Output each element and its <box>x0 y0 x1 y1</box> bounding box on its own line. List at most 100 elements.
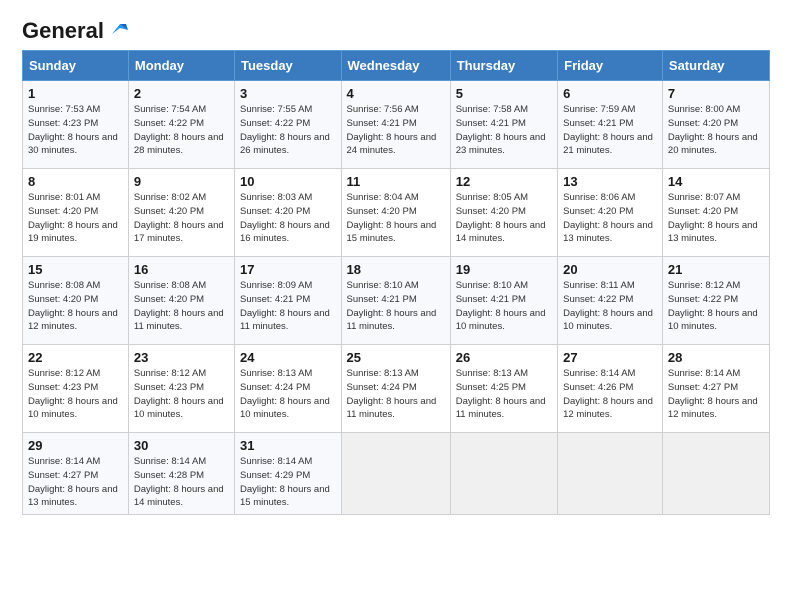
day-number: 4 <box>347 86 445 101</box>
day-number: 23 <box>134 350 229 365</box>
calendar-cell: 29 Sunrise: 8:14 AM Sunset: 4:27 PM Dayl… <box>23 433 129 515</box>
day-info: Sunrise: 8:09 AM Sunset: 4:21 PM Dayligh… <box>240 279 336 334</box>
logo: General <box>22 18 128 40</box>
day-number: 25 <box>347 350 445 365</box>
day-number: 24 <box>240 350 336 365</box>
day-number: 18 <box>347 262 445 277</box>
day-info: Sunrise: 8:13 AM Sunset: 4:25 PM Dayligh… <box>456 367 552 422</box>
day-info: Sunrise: 8:00 AM Sunset: 4:20 PM Dayligh… <box>668 103 764 158</box>
calendar-cell: 4 Sunrise: 7:56 AM Sunset: 4:21 PM Dayli… <box>341 81 450 169</box>
day-info: Sunrise: 8:14 AM Sunset: 4:27 PM Dayligh… <box>668 367 764 422</box>
calendar-cell: 17 Sunrise: 8:09 AM Sunset: 4:21 PM Dayl… <box>235 257 342 345</box>
calendar-cell: 8 Sunrise: 8:01 AM Sunset: 4:20 PM Dayli… <box>23 169 129 257</box>
calendar-cell: 7 Sunrise: 8:00 AM Sunset: 4:20 PM Dayli… <box>662 81 769 169</box>
day-number: 9 <box>134 174 229 189</box>
weekday-header: Tuesday <box>235 51 342 81</box>
calendar-cell: 5 Sunrise: 7:58 AM Sunset: 4:21 PM Dayli… <box>450 81 557 169</box>
day-number: 3 <box>240 86 336 101</box>
logo-bird-icon <box>106 20 128 38</box>
day-number: 13 <box>563 174 657 189</box>
day-number: 20 <box>563 262 657 277</box>
logo-general: General <box>22 18 104 44</box>
calendar-cell: 15 Sunrise: 8:08 AM Sunset: 4:20 PM Dayl… <box>23 257 129 345</box>
day-info: Sunrise: 8:08 AM Sunset: 4:20 PM Dayligh… <box>134 279 229 334</box>
day-number: 31 <box>240 438 336 453</box>
day-info: Sunrise: 8:10 AM Sunset: 4:21 PM Dayligh… <box>456 279 552 334</box>
day-info: Sunrise: 7:54 AM Sunset: 4:22 PM Dayligh… <box>134 103 229 158</box>
day-number: 6 <box>563 86 657 101</box>
day-info: Sunrise: 8:07 AM Sunset: 4:20 PM Dayligh… <box>668 191 764 246</box>
day-number: 16 <box>134 262 229 277</box>
day-info: Sunrise: 7:58 AM Sunset: 4:21 PM Dayligh… <box>456 103 552 158</box>
day-info: Sunrise: 8:13 AM Sunset: 4:24 PM Dayligh… <box>347 367 445 422</box>
calendar-cell: 20 Sunrise: 8:11 AM Sunset: 4:22 PM Dayl… <box>558 257 663 345</box>
calendar-cell: 12 Sunrise: 8:05 AM Sunset: 4:20 PM Dayl… <box>450 169 557 257</box>
weekday-row: SundayMondayTuesdayWednesdayThursdayFrid… <box>23 51 770 81</box>
calendar-cell: 23 Sunrise: 8:12 AM Sunset: 4:23 PM Dayl… <box>128 345 234 433</box>
calendar-week-row: 29 Sunrise: 8:14 AM Sunset: 4:27 PM Dayl… <box>23 433 770 515</box>
day-info: Sunrise: 8:13 AM Sunset: 4:24 PM Dayligh… <box>240 367 336 422</box>
day-info: Sunrise: 7:53 AM Sunset: 4:23 PM Dayligh… <box>28 103 123 158</box>
calendar-header: SundayMondayTuesdayWednesdayThursdayFrid… <box>23 51 770 81</box>
weekday-header: Thursday <box>450 51 557 81</box>
day-info: Sunrise: 8:14 AM Sunset: 4:29 PM Dayligh… <box>240 455 336 510</box>
calendar-cell: 10 Sunrise: 8:03 AM Sunset: 4:20 PM Dayl… <box>235 169 342 257</box>
day-number: 22 <box>28 350 123 365</box>
day-number: 30 <box>134 438 229 453</box>
calendar: SundayMondayTuesdayWednesdayThursdayFrid… <box>22 50 770 515</box>
weekday-header: Saturday <box>662 51 769 81</box>
day-number: 27 <box>563 350 657 365</box>
day-info: Sunrise: 8:12 AM Sunset: 4:22 PM Dayligh… <box>668 279 764 334</box>
calendar-cell: 28 Sunrise: 8:14 AM Sunset: 4:27 PM Dayl… <box>662 345 769 433</box>
day-number: 29 <box>28 438 123 453</box>
weekday-header: Friday <box>558 51 663 81</box>
calendar-cell <box>450 433 557 515</box>
day-number: 1 <box>28 86 123 101</box>
day-number: 10 <box>240 174 336 189</box>
calendar-cell: 31 Sunrise: 8:14 AM Sunset: 4:29 PM Dayl… <box>235 433 342 515</box>
calendar-cell: 26 Sunrise: 8:13 AM Sunset: 4:25 PM Dayl… <box>450 345 557 433</box>
weekday-header: Monday <box>128 51 234 81</box>
calendar-cell <box>662 433 769 515</box>
weekday-header: Sunday <box>23 51 129 81</box>
calendar-week-row: 22 Sunrise: 8:12 AM Sunset: 4:23 PM Dayl… <box>23 345 770 433</box>
weekday-header: Wednesday <box>341 51 450 81</box>
calendar-cell: 13 Sunrise: 8:06 AM Sunset: 4:20 PM Dayl… <box>558 169 663 257</box>
calendar-cell: 21 Sunrise: 8:12 AM Sunset: 4:22 PM Dayl… <box>662 257 769 345</box>
day-info: Sunrise: 8:14 AM Sunset: 4:28 PM Dayligh… <box>134 455 229 510</box>
day-info: Sunrise: 8:12 AM Sunset: 4:23 PM Dayligh… <box>134 367 229 422</box>
calendar-cell: 1 Sunrise: 7:53 AM Sunset: 4:23 PM Dayli… <box>23 81 129 169</box>
page: General SundayMondayTuesdayWednesdayThur… <box>0 0 792 612</box>
day-number: 12 <box>456 174 552 189</box>
day-info: Sunrise: 8:14 AM Sunset: 4:27 PM Dayligh… <box>28 455 123 510</box>
day-number: 11 <box>347 174 445 189</box>
calendar-cell: 27 Sunrise: 8:14 AM Sunset: 4:26 PM Dayl… <box>558 345 663 433</box>
calendar-body: 1 Sunrise: 7:53 AM Sunset: 4:23 PM Dayli… <box>23 81 770 515</box>
day-number: 17 <box>240 262 336 277</box>
day-info: Sunrise: 7:55 AM Sunset: 4:22 PM Dayligh… <box>240 103 336 158</box>
day-info: Sunrise: 8:04 AM Sunset: 4:20 PM Dayligh… <box>347 191 445 246</box>
calendar-cell: 22 Sunrise: 8:12 AM Sunset: 4:23 PM Dayl… <box>23 345 129 433</box>
day-info: Sunrise: 7:59 AM Sunset: 4:21 PM Dayligh… <box>563 103 657 158</box>
day-number: 8 <box>28 174 123 189</box>
day-number: 19 <box>456 262 552 277</box>
day-info: Sunrise: 8:08 AM Sunset: 4:20 PM Dayligh… <box>28 279 123 334</box>
calendar-cell: 18 Sunrise: 8:10 AM Sunset: 4:21 PM Dayl… <box>341 257 450 345</box>
day-info: Sunrise: 8:01 AM Sunset: 4:20 PM Dayligh… <box>28 191 123 246</box>
calendar-week-row: 15 Sunrise: 8:08 AM Sunset: 4:20 PM Dayl… <box>23 257 770 345</box>
calendar-cell: 3 Sunrise: 7:55 AM Sunset: 4:22 PM Dayli… <box>235 81 342 169</box>
day-number: 14 <box>668 174 764 189</box>
day-info: Sunrise: 8:14 AM Sunset: 4:26 PM Dayligh… <box>563 367 657 422</box>
day-number: 21 <box>668 262 764 277</box>
calendar-cell: 30 Sunrise: 8:14 AM Sunset: 4:28 PM Dayl… <box>128 433 234 515</box>
calendar-cell: 6 Sunrise: 7:59 AM Sunset: 4:21 PM Dayli… <box>558 81 663 169</box>
calendar-cell: 24 Sunrise: 8:13 AM Sunset: 4:24 PM Dayl… <box>235 345 342 433</box>
calendar-week-row: 1 Sunrise: 7:53 AM Sunset: 4:23 PM Dayli… <box>23 81 770 169</box>
calendar-cell: 19 Sunrise: 8:10 AM Sunset: 4:21 PM Dayl… <box>450 257 557 345</box>
day-info: Sunrise: 8:11 AM Sunset: 4:22 PM Dayligh… <box>563 279 657 334</box>
calendar-cell: 14 Sunrise: 8:07 AM Sunset: 4:20 PM Dayl… <box>662 169 769 257</box>
calendar-cell <box>341 433 450 515</box>
day-info: Sunrise: 8:03 AM Sunset: 4:20 PM Dayligh… <box>240 191 336 246</box>
calendar-week-row: 8 Sunrise: 8:01 AM Sunset: 4:20 PM Dayli… <box>23 169 770 257</box>
calendar-cell: 16 Sunrise: 8:08 AM Sunset: 4:20 PM Dayl… <box>128 257 234 345</box>
